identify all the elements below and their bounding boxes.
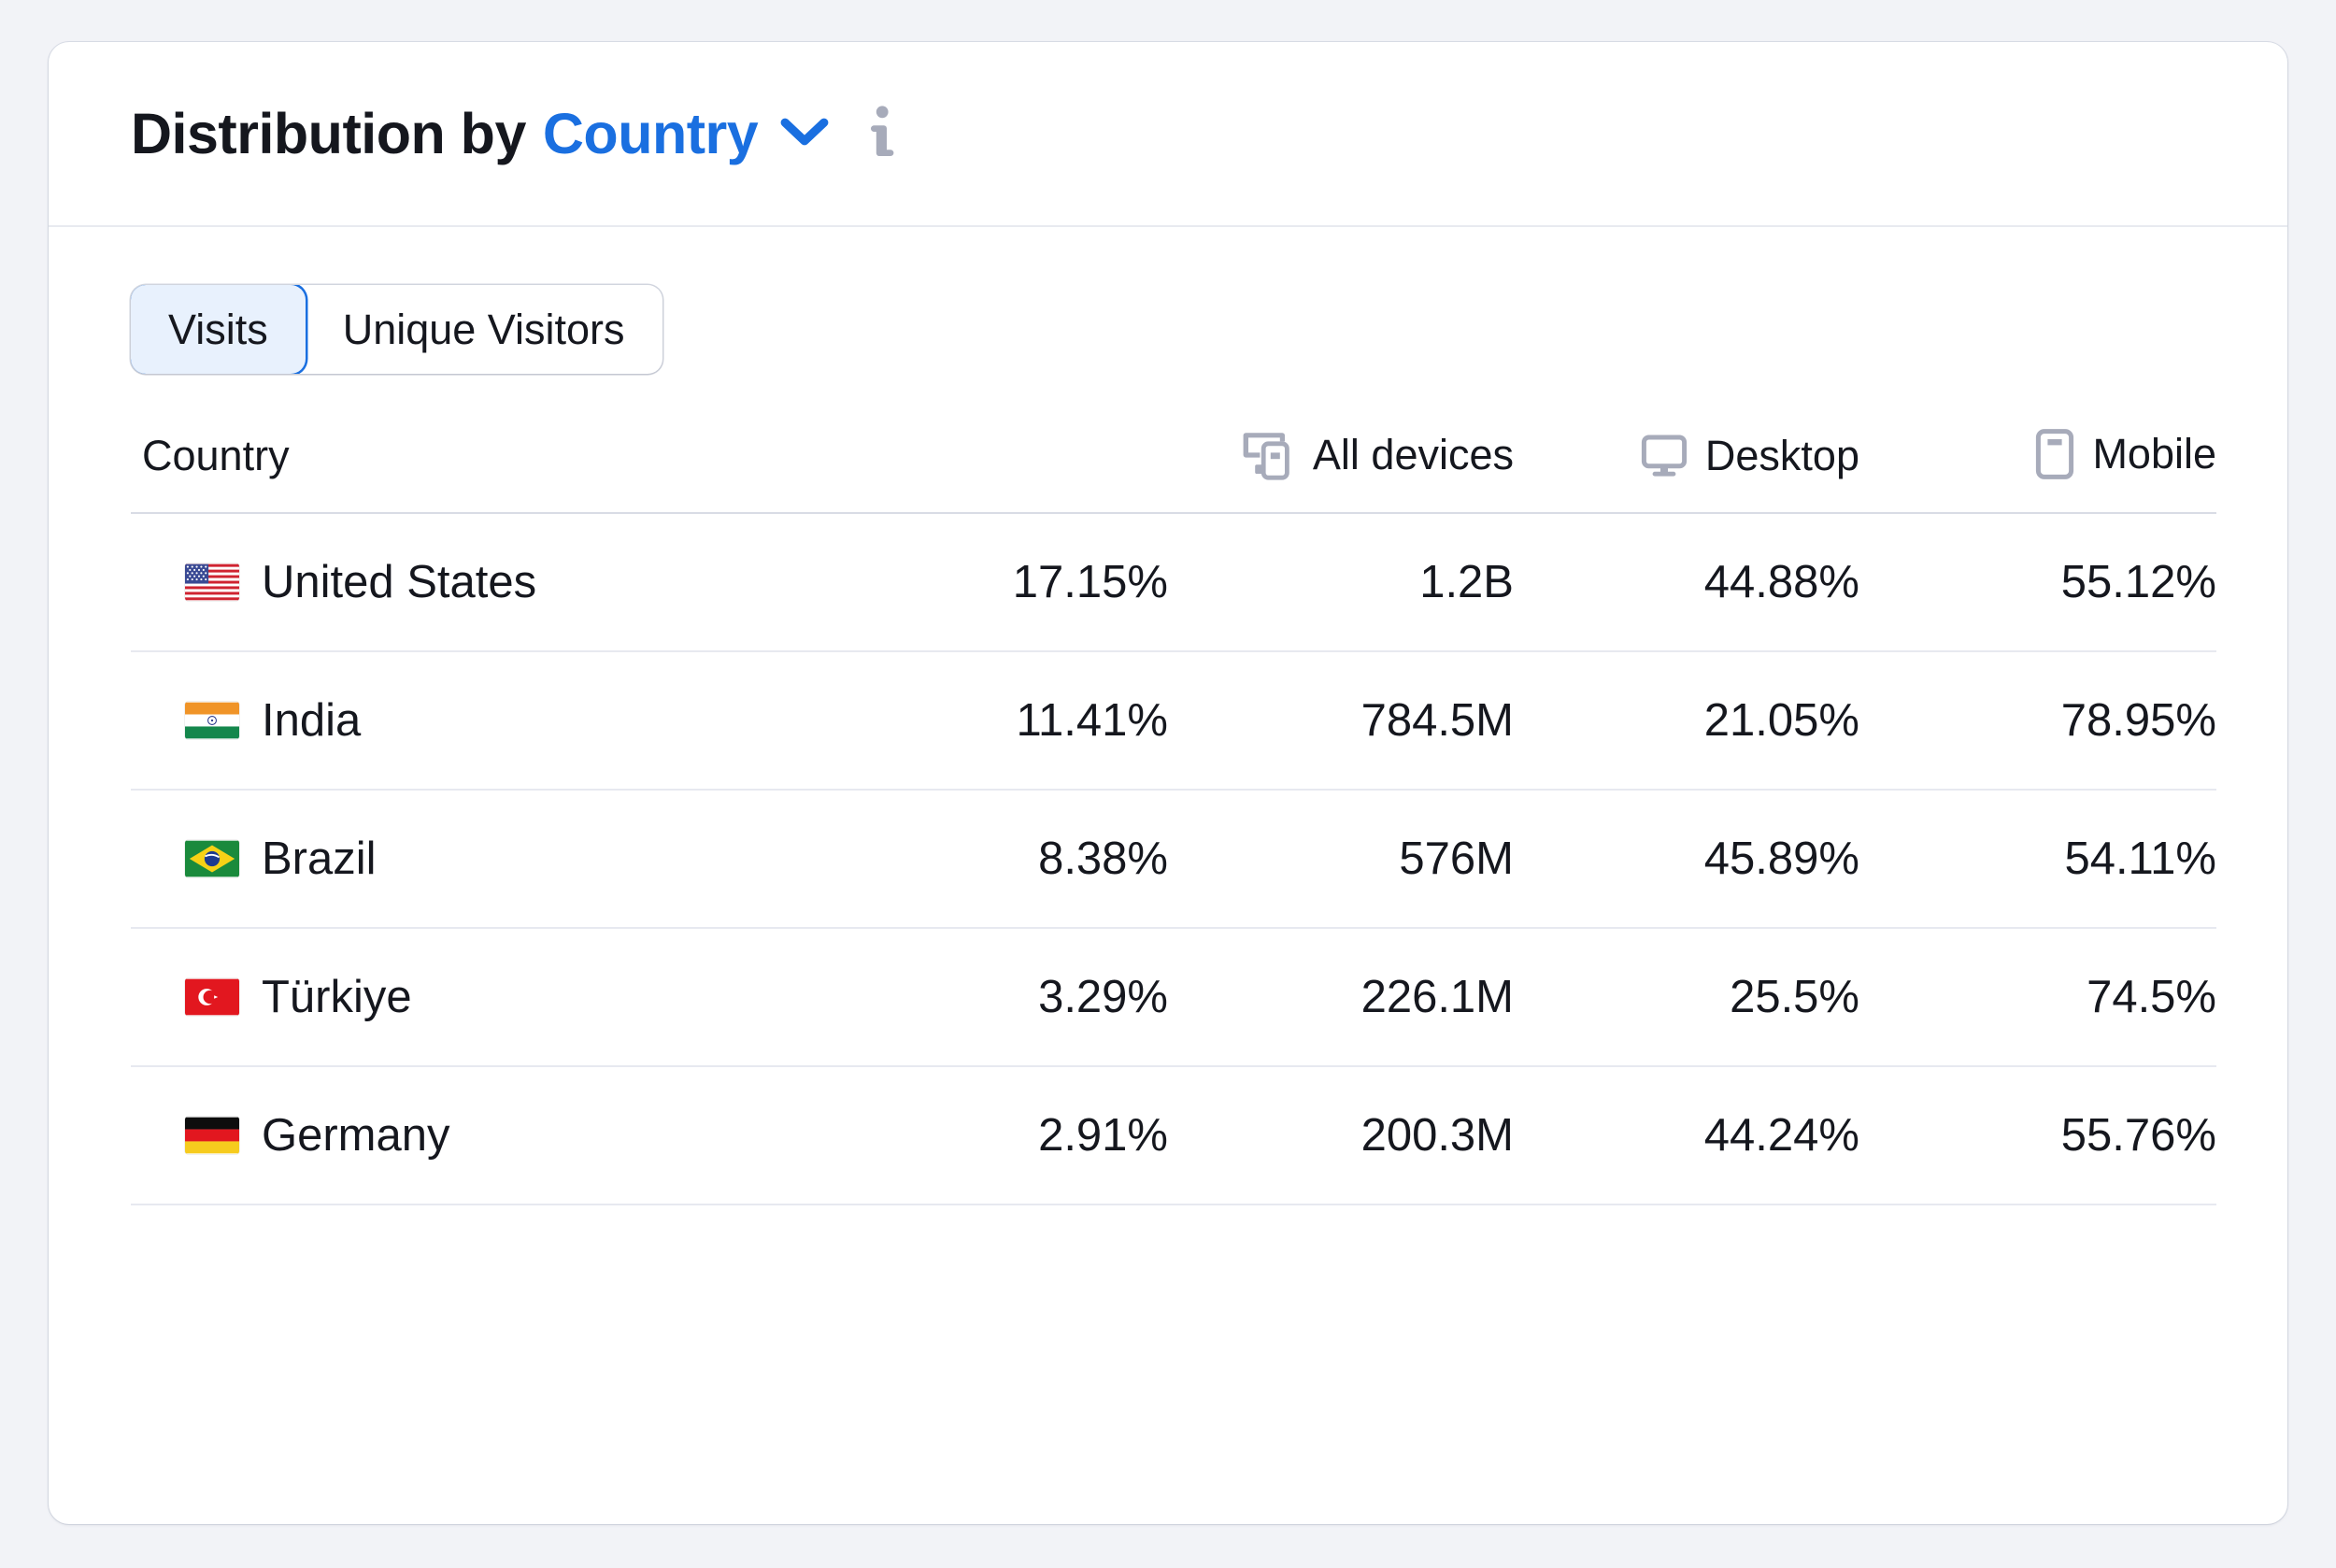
title-dimension-label: Country: [543, 101, 758, 166]
cell-desktop: 25.5%: [1514, 928, 1859, 1066]
all-devices-icon: [1242, 430, 1296, 480]
flag-de-icon: [185, 1117, 239, 1154]
column-header-country-label: Country: [142, 432, 290, 480]
cell-country: India: [131, 651, 850, 790]
distribution-table: Country: [131, 428, 2216, 1205]
cell-all-devices: 226.1M: [1168, 928, 1514, 1066]
cell-mobile: 78.95%: [1859, 651, 2216, 790]
column-header-country[interactable]: Country: [131, 428, 850, 513]
country-name: United States: [262, 556, 536, 608]
column-header-all-devices[interactable]: All devices: [1168, 428, 1514, 513]
table-row[interactable]: Brazil 8.38% 576M 45.89% 54.11%: [131, 790, 2216, 928]
cell-all-devices: 784.5M: [1168, 651, 1514, 790]
cell-mobile: 54.11%: [1859, 790, 2216, 928]
toggle-unique-visitors[interactable]: Unique Visitors: [306, 285, 662, 374]
page-root: Distribution by Country: [0, 0, 2336, 1568]
info-icon[interactable]: [870, 106, 894, 162]
cell-share: 17.15%: [850, 513, 1168, 651]
cell-share: 2.91%: [850, 1066, 1168, 1205]
flag-in-icon: [185, 702, 239, 739]
cell-mobile: 55.12%: [1859, 513, 2216, 651]
column-header-all-devices-label: All devices: [1313, 431, 1514, 479]
flag-us-icon: [185, 563, 239, 601]
cell-mobile: 55.76%: [1859, 1066, 2216, 1205]
cell-desktop: 45.89%: [1514, 790, 1859, 928]
cell-country: United States: [131, 513, 850, 651]
toggle-visits[interactable]: Visits: [131, 285, 306, 374]
cell-desktop: 44.24%: [1514, 1066, 1859, 1205]
cell-all-devices: 1.2B: [1168, 513, 1514, 651]
mobile-icon: [2034, 428, 2075, 480]
cell-share: 11.41%: [850, 651, 1168, 790]
column-header-share: [850, 428, 1168, 513]
table-row[interactable]: Türkiye 3.29% 226.1M 25.5% 74.5%: [131, 928, 2216, 1066]
cell-country: Germany: [131, 1066, 850, 1205]
country-name: Türkiye: [262, 971, 412, 1023]
cell-all-devices: 576M: [1168, 790, 1514, 928]
metric-toggle-group: Visits Unique Visitors: [131, 285, 662, 374]
cell-desktop: 21.05%: [1514, 651, 1859, 790]
country-name: India: [262, 694, 361, 747]
table-row[interactable]: United States 17.15% 1.2B 44.88% 55.12%: [131, 513, 2216, 651]
cell-country: Türkiye: [131, 928, 850, 1066]
table-header-row: Country: [131, 428, 2216, 513]
desktop-icon: [1640, 432, 1688, 480]
column-header-desktop[interactable]: Desktop: [1514, 428, 1859, 513]
flag-br-icon: [185, 840, 239, 877]
column-header-mobile-label: Mobile: [2092, 430, 2216, 478]
title-prefix: Distribution by: [131, 101, 526, 166]
table-row[interactable]: Germany 2.91% 200.3M 44.24% 55.76%: [131, 1066, 2216, 1205]
cell-desktop: 44.88%: [1514, 513, 1859, 651]
cell-all-devices: 200.3M: [1168, 1066, 1514, 1205]
column-header-mobile[interactable]: Mobile: [1859, 428, 2216, 513]
cell-share: 3.29%: [850, 928, 1168, 1066]
flag-tr-icon: [185, 978, 239, 1016]
chevron-down-icon[interactable]: [780, 118, 829, 150]
column-header-desktop-label: Desktop: [1705, 432, 1859, 480]
cell-share: 8.38%: [850, 790, 1168, 928]
country-name: Germany: [262, 1109, 450, 1162]
country-name: Brazil: [262, 833, 377, 885]
distribution-card: Distribution by Country: [49, 42, 2287, 1524]
table-body: United States 17.15% 1.2B 44.88% 55.12%: [131, 513, 2216, 1205]
table-row[interactable]: India 11.41% 784.5M 21.05% 78.95%: [131, 651, 2216, 790]
card-header: Distribution by Country: [49, 42, 2287, 227]
page-title: Distribution by Country: [131, 101, 894, 166]
cell-country: Brazil: [131, 790, 850, 928]
cell-mobile: 74.5%: [1859, 928, 2216, 1066]
table-header: Country: [131, 428, 2216, 513]
dimension-dropdown[interactable]: Country: [526, 101, 829, 166]
